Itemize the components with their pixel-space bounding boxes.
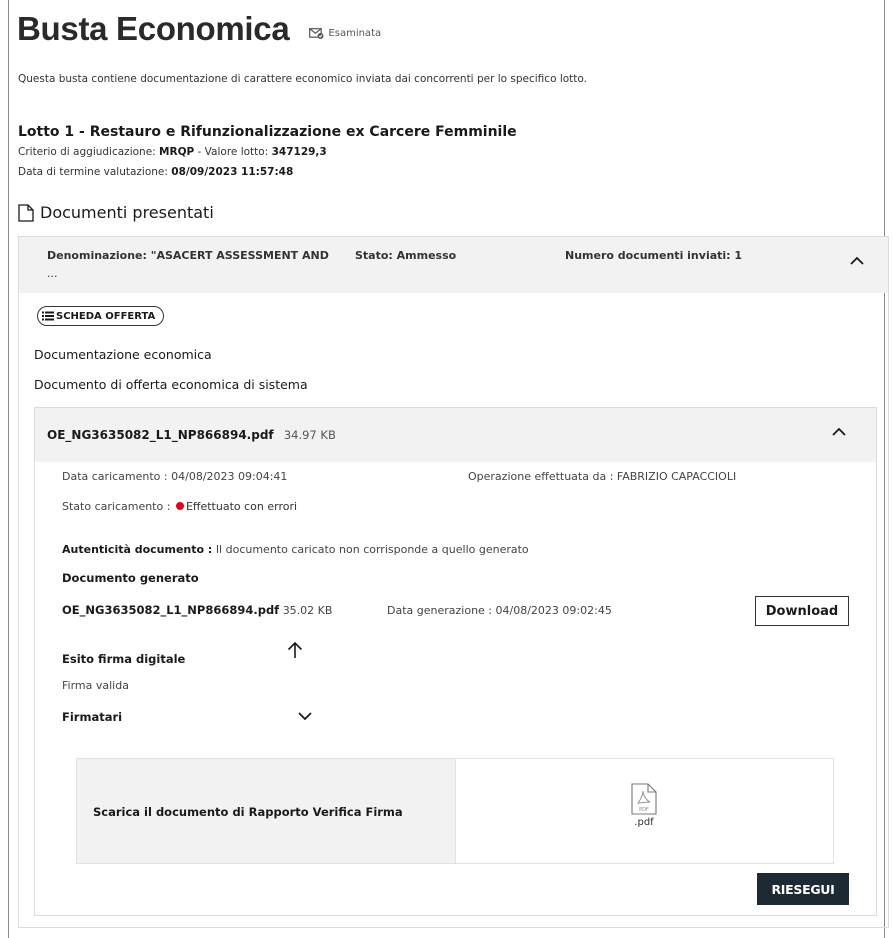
file-name: OE_NG3635082_L1_NP866894.pdf [47, 428, 274, 442]
chevron-up-icon[interactable] [850, 256, 864, 265]
autenticita-documento: Autenticità documento : Il documento car… [62, 543, 529, 556]
rapporto-label: Scarica il documento di Rapporto Verific… [93, 805, 403, 819]
pdf-download-link[interactable]: PDF .pdf [628, 783, 660, 828]
status-badge-label: Esaminata [328, 27, 382, 39]
generated-file-size: 35.02 KB [282, 604, 333, 617]
status-badge: Esaminata [309, 28, 381, 39]
list-icon [42, 311, 54, 321]
stato-caricamento-value: Effettuato con errori [185, 500, 298, 513]
numero-documenti: Numero documenti inviati: 1 [565, 249, 743, 262]
stato-concorrente: Stato: Ammesso [355, 249, 457, 262]
rapporto-label-cell: Scarica il documento di Rapporto Verific… [77, 759, 456, 863]
scheda-offerta-button[interactable]: SCHEDA OFFERTA [37, 306, 165, 326]
valore-label: - Valore lotto: [197, 146, 269, 158]
pdf-file-icon: PDF [631, 783, 657, 815]
page-title: Busta Economica [17, 10, 290, 47]
denominazione: Denominazione: "ASACERT ASSESSMENT AND [47, 249, 329, 262]
criterio-label: Criterio di aggiudicazione: [18, 146, 156, 158]
data-caricamento: Data caricamento : 04/08/2023 09:04:41 [62, 470, 288, 483]
file-size: 34.97 KB [283, 428, 336, 442]
concorrente-panel: Denominazione: "ASACERT ASSESSMENT AND .… [18, 236, 889, 928]
autenticita-value: Il documento caricato non corrisponde a … [215, 543, 529, 556]
lotto-termine: Data di termine valutazione: 08/09/2023 … [18, 166, 293, 178]
esito-firma-value: Firma valida [62, 679, 129, 692]
error-status-dot [175, 502, 184, 510]
concorrente-header[interactable]: Denominazione: "ASACERT ASSESSMENT AND .… [19, 237, 888, 293]
stato-caricamento-label: Stato caricamento : [62, 500, 171, 513]
chevron-up-icon[interactable] [832, 427, 846, 436]
doc-offerta-label: Documento di offerta economica di sistem… [34, 377, 308, 392]
file-panel: OE_NG3635082_L1_NP866894.pdf 34.97 KB Da… [34, 407, 877, 916]
data-generazione: Data generazione : 04/08/2023 09:02:45 [387, 604, 612, 617]
download-button[interactable]: Download [755, 596, 849, 626]
generated-file-row: OE_NG3635082_L1_NP866894.pdf 35.02 KB [62, 603, 332, 617]
page-description: Questa busta contiene documentazione di … [18, 73, 587, 85]
esito-firma-label: Esito firma digitale [62, 652, 186, 666]
pdf-icon-text: PDF [639, 807, 649, 813]
stato-caricamento: Stato caricamento : Effettuato con error… [62, 500, 297, 513]
doc-economica-label: Documentazione economica [34, 347, 212, 362]
documenti-heading: Documenti presentati [18, 203, 214, 222]
scheda-offerta-label: SCHEDA OFFERTA [56, 310, 156, 322]
envelope-check-icon [309, 27, 324, 39]
termine-value: 08/09/2023 11:57:48 [171, 166, 294, 178]
lotto-title: Lotto 1 - Restauro e Rifunzionalizzazion… [18, 124, 517, 140]
criterio-value: MRQP [159, 146, 195, 158]
chevron-down-icon[interactable] [298, 712, 312, 721]
denominazione-more: ... [47, 267, 58, 280]
documento-generato-label: Documento generato [62, 571, 199, 585]
pdf-extension: .pdf [634, 817, 654, 828]
termine-label: Data di termine valutazione: [18, 166, 168, 178]
valore-value: 347129,3 [271, 146, 327, 158]
firmatari-label: Firmatari [62, 710, 123, 724]
riesegui-button[interactable]: RIESEGUI [757, 873, 849, 905]
operazione-effettuata: Operazione effettuata da : FABRIZIO CAPA… [468, 470, 737, 483]
file-name-row: OE_NG3635082_L1_NP866894.pdf 34.97 KB [47, 428, 336, 442]
generated-file-name: OE_NG3635082_L1_NP866894.pdf [62, 603, 280, 617]
file-header[interactable]: OE_NG3635082_L1_NP866894.pdf 34.97 KB [35, 408, 876, 462]
title-row: Busta Economica Esaminata [17, 10, 381, 48]
document-icon [18, 203, 34, 222]
lotto-criterio: Criterio di aggiudicazione: MRQP - Valor… [18, 146, 327, 158]
autenticita-label: Autenticità documento : [62, 543, 213, 556]
rapporto-verifica-firma: Scarica il documento di Rapporto Verific… [76, 758, 834, 864]
arrow-up-icon[interactable] [287, 641, 303, 659]
documenti-heading-label: Documenti presentati [40, 203, 214, 222]
